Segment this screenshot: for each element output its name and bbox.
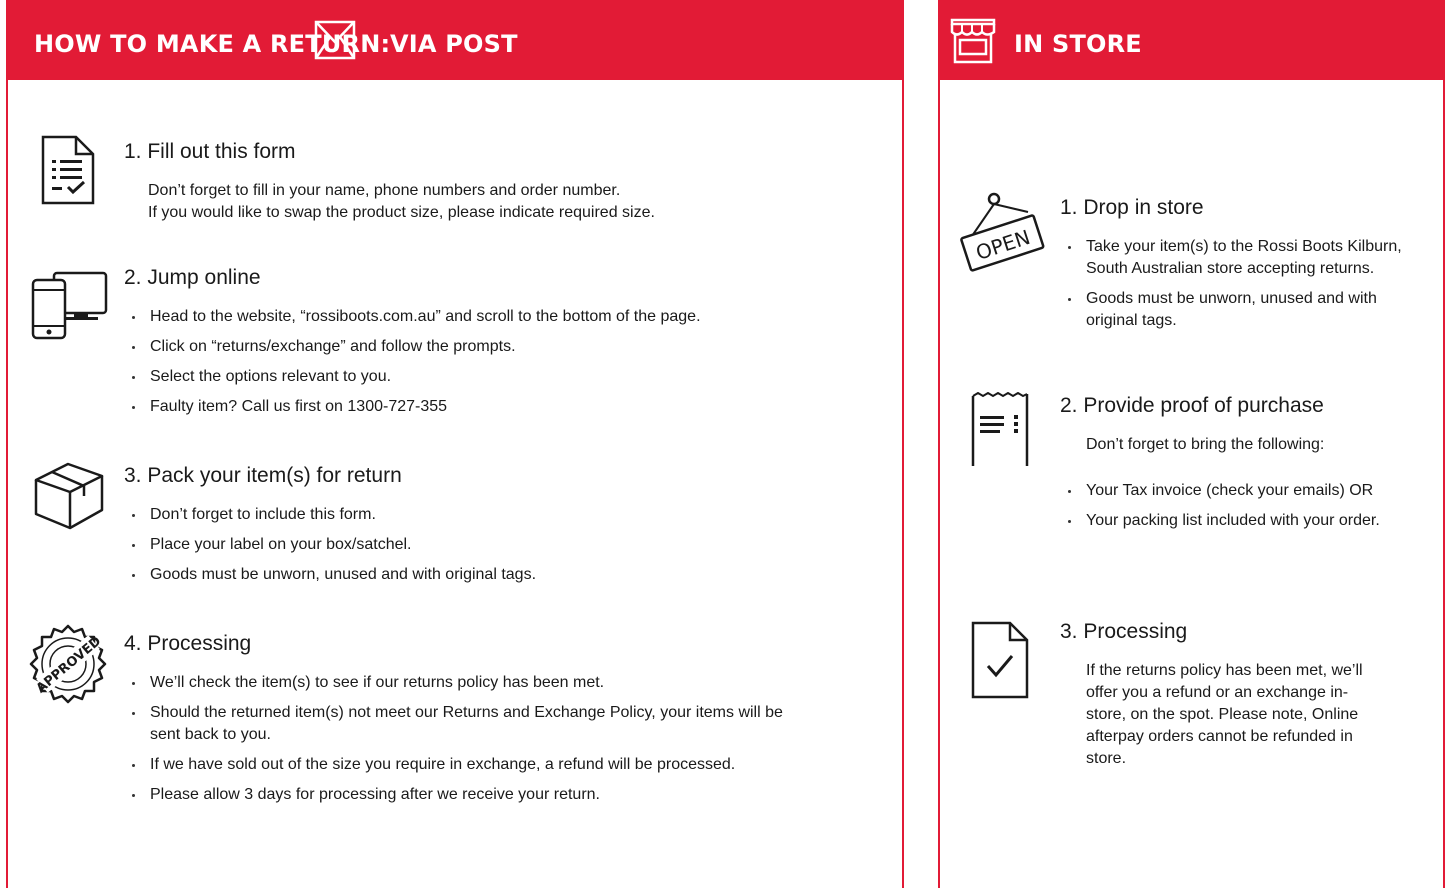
list-item: Don’t forget to include this form. xyxy=(128,504,888,526)
open-sign-icon: OPEN xyxy=(960,192,1045,272)
via-post-title: VIA POST xyxy=(390,30,518,58)
devices-icon xyxy=(31,271,108,340)
step-3-list: Don’t forget to include this form. Place… xyxy=(128,504,888,594)
list-item: Take your item(s) to the Rossi Boots Kil… xyxy=(1064,236,1416,280)
list-item: Faulty item? Call us first on 1300-727-3… xyxy=(128,396,888,418)
store-step-2-list: Your Tax invoice (check your emails) OR … xyxy=(1064,480,1416,540)
in-store-title: IN STORE xyxy=(1014,30,1142,58)
list-item: Your Tax invoice (check your emails) OR xyxy=(1064,480,1416,502)
step-2-title: 2. Jump online xyxy=(124,266,261,289)
checked-document-icon xyxy=(971,621,1029,699)
list-item: Please allow 3 days for processing after… xyxy=(128,784,808,806)
step-1-text-line: If you would like to swap the product si… xyxy=(148,204,655,221)
list-item: If we have sold out of the size you requ… xyxy=(128,754,808,776)
step-4-title: 4. Processing xyxy=(124,632,252,655)
envelope-icon xyxy=(314,20,356,60)
list-item: Your packing list included with your ord… xyxy=(1064,510,1416,532)
step-2-list: Head to the website, “rossiboots.com.au”… xyxy=(128,306,888,426)
in-store-header: IN STORE xyxy=(940,0,1443,80)
store-step-1-title: 1. Drop in store xyxy=(1060,196,1204,219)
list-item: Place your label on your box/satchel. xyxy=(128,534,888,556)
step-1-title: 1. Fill out this form xyxy=(124,140,296,163)
store-step-1-list: Take your item(s) to the Rossi Boots Kil… xyxy=(1064,236,1416,340)
list-item: Head to the website, “rossiboots.com.au”… xyxy=(128,306,888,328)
list-item: We’ll check the item(s) to see if our re… xyxy=(128,672,808,694)
receipt-icon xyxy=(971,392,1029,466)
list-item: Click on “returns/exchange” and follow t… xyxy=(128,336,888,358)
list-item: Select the options relevant to you. xyxy=(128,366,888,388)
store-step-3-title: 3. Processing xyxy=(1060,620,1188,643)
step-1-text: Don’t forget to fill in your name, phone… xyxy=(148,180,888,224)
list-item: Goods must be unworn, unused and with or… xyxy=(128,564,888,586)
in-store-panel: IN STORE OPEN 1. Drop in store Take your… xyxy=(938,0,1445,888)
list-item: Goods must be unworn, unused and with or… xyxy=(1064,288,1416,332)
store-step-2-title: 2. Provide proof of purchase xyxy=(1060,394,1324,417)
via-post-header: HOW TO MAKE A RETURN: VIA POST xyxy=(8,0,902,80)
step-1-text-line: Don’t forget to fill in your name, phone… xyxy=(148,182,621,199)
list-item: Should the returned item(s) not meet our… xyxy=(128,702,808,746)
approved-stamp-icon: APPROVED xyxy=(29,624,107,704)
step-3-title: 3. Pack your item(s) for return xyxy=(124,464,402,487)
storefront-icon xyxy=(950,18,996,64)
store-step-3-text: If the returns policy has been met, we’l… xyxy=(1086,662,1363,767)
form-document-icon xyxy=(41,135,95,205)
via-post-panel: HOW TO MAKE A RETURN: VIA POST 1. Fill o… xyxy=(6,0,904,888)
store-step-2-text: Don’t forget to bring the following: xyxy=(1086,436,1325,453)
step-4-list: We’ll check the item(s) to see if our re… xyxy=(128,672,808,814)
box-icon xyxy=(34,462,104,530)
